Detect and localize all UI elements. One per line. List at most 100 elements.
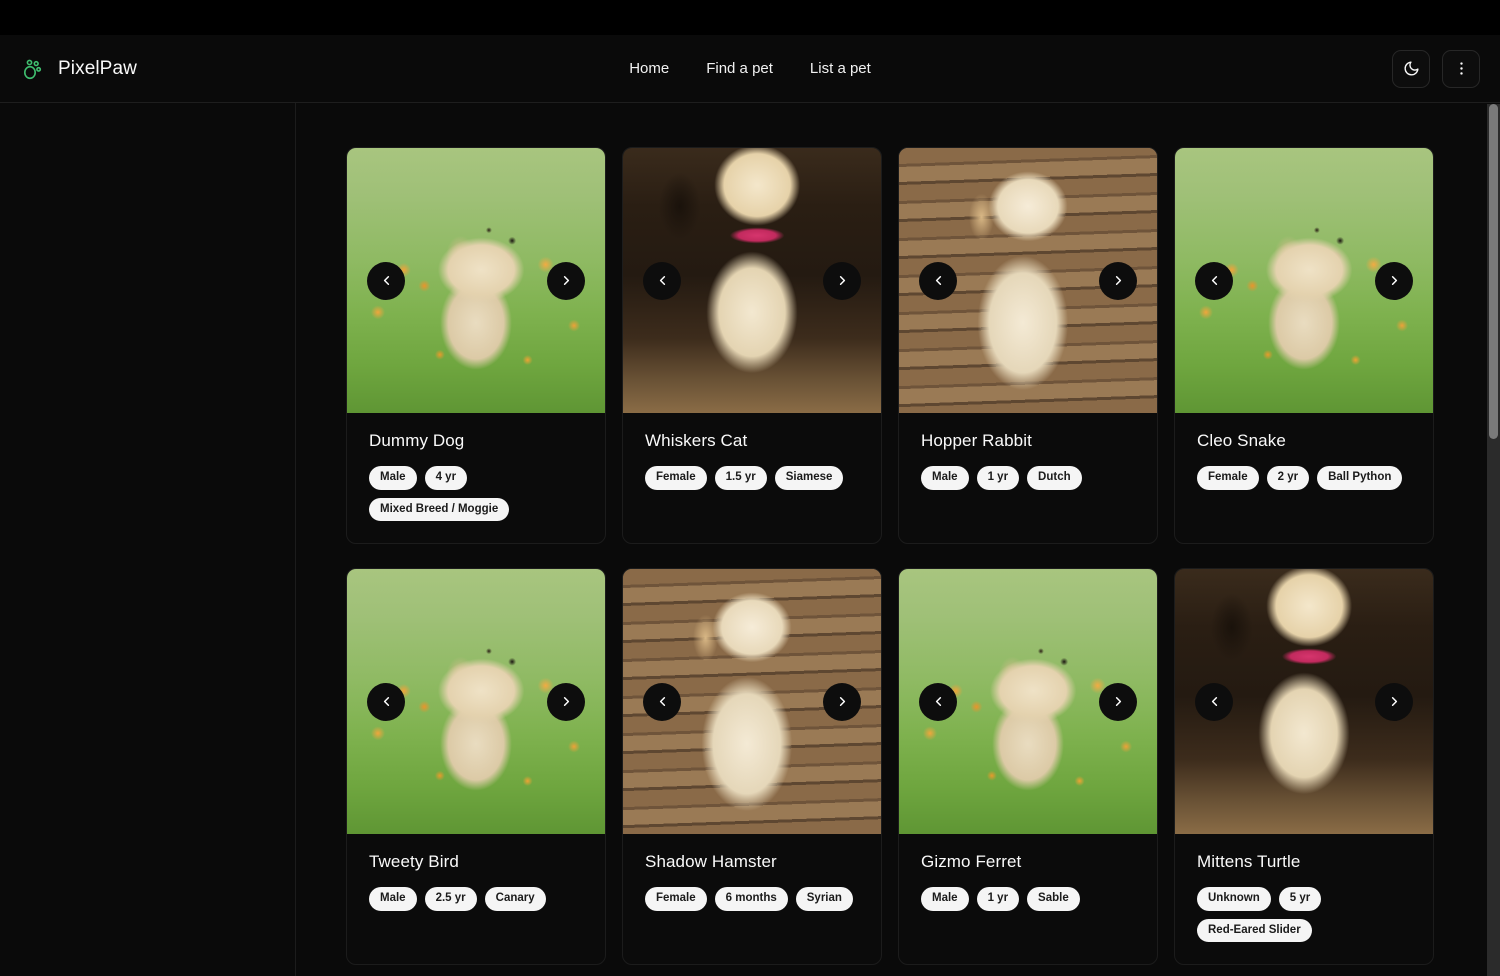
- chevron-right-icon: [1387, 273, 1402, 288]
- nav-link-list-a-pet[interactable]: List a pet: [810, 60, 871, 77]
- pet-badge: Male: [369, 887, 417, 911]
- pet-badge: Mixed Breed / Moggie: [369, 497, 510, 522]
- pet-badge: Female: [1197, 466, 1259, 490]
- pet-card[interactable]: Hopper Rabbit Male 1 yr Dutch: [898, 147, 1158, 545]
- pet-photo-carousel[interactable]: [899, 148, 1157, 413]
- carousel-next-button[interactable]: [1375, 682, 1413, 721]
- pet-badges: Female 1.5 yr Siamese: [645, 466, 859, 490]
- pet-card[interactable]: Cleo Snake Female 2 yr Ball Python: [1174, 147, 1434, 545]
- carousel-prev-button[interactable]: [1195, 261, 1233, 300]
- carousel-next-button[interactable]: [547, 261, 585, 300]
- chevron-right-icon: [559, 694, 574, 709]
- carousel-prev-button[interactable]: [367, 682, 405, 721]
- app-body: Dummy Dog Male 4 yr Mixed Breed / Moggie W…: [0, 103, 1500, 976]
- chevron-left-icon: [655, 273, 670, 288]
- pet-badge: 1 yr: [976, 887, 1020, 911]
- pet-badge: Unknown: [1197, 887, 1271, 911]
- moon-icon: [1403, 60, 1420, 77]
- chevron-left-icon: [931, 273, 946, 288]
- pet-photo-carousel[interactable]: [623, 569, 881, 835]
- pet-name: Dummy Dog: [369, 431, 465, 450]
- main-content: Dummy Dog Male 4 yr Mixed Breed / Moggie W…: [296, 103, 1500, 976]
- pet-badges: Male 1 yr Sable: [921, 887, 1135, 911]
- pet-badges: Male 2.5 yr Canary: [369, 887, 583, 911]
- pet-card-body: Hopper Rabbit Male 1 yr Dutch: [899, 413, 1157, 543]
- brand-name: PixelPaw: [58, 57, 137, 79]
- browser-chrome-strip: [0, 0, 1500, 35]
- chevron-right-icon: [835, 694, 850, 709]
- brand[interactable]: PixelPaw: [20, 56, 137, 82]
- carousel-next-button[interactable]: [823, 682, 861, 721]
- paw-icon: [20, 56, 46, 82]
- pet-card[interactable]: Gizmo Ferret Male 1 yr Sable: [898, 568, 1158, 966]
- pet-badge: Female: [645, 466, 707, 490]
- pet-card[interactable]: Mittens Turtle Unknown 5 yr Red-Eared Slid…: [1174, 568, 1434, 966]
- more-options-button[interactable]: [1442, 49, 1480, 88]
- carousel-next-button[interactable]: [1375, 261, 1413, 300]
- carousel-prev-button[interactable]: [367, 261, 405, 300]
- app-window: PixelPaw Home Find a pet List a pet Dumm…: [0, 35, 1500, 976]
- pet-card[interactable]: Dummy Dog Male 4 yr Mixed Breed / Moggie: [346, 147, 606, 545]
- more-vertical-icon: [1453, 60, 1470, 77]
- nav-link-home[interactable]: Home: [629, 60, 669, 77]
- pet-badge: Male: [921, 466, 969, 490]
- pet-badge: 2 yr: [1266, 466, 1310, 490]
- pet-name: Gizmo Ferret: [921, 852, 1022, 872]
- pet-name: Whiskers Cat: [645, 431, 748, 450]
- carousel-prev-button[interactable]: [919, 682, 957, 721]
- carousel-next-button[interactable]: [547, 682, 585, 721]
- chevron-left-icon: [655, 694, 670, 709]
- carousel-prev-button[interactable]: [643, 682, 681, 721]
- pet-photo-carousel[interactable]: [347, 569, 605, 835]
- pet-card[interactable]: Whiskers Cat Female 1.5 yr Siamese: [622, 147, 882, 545]
- pet-card-body: Gizmo Ferret Male 1 yr Sable: [899, 834, 1157, 964]
- pet-badge: 1.5 yr: [714, 466, 767, 490]
- pet-badges: Female 6 months Syrian: [645, 887, 859, 911]
- pet-badge: 1 yr: [976, 466, 1020, 490]
- pet-badges: Male 1 yr Dutch: [921, 466, 1135, 490]
- carousel-next-button[interactable]: [1099, 261, 1137, 300]
- carousel-prev-button[interactable]: [1195, 682, 1233, 721]
- carousel-prev-button[interactable]: [919, 261, 957, 300]
- pet-badges: Female 2 yr Ball Python: [1197, 466, 1411, 490]
- pet-card-body: Mittens Turtle Unknown 5 yr Red-Eared Slid…: [1175, 834, 1433, 964]
- chevron-left-icon: [1207, 694, 1222, 709]
- theme-toggle-button[interactable]: [1392, 49, 1430, 88]
- pet-card[interactable]: Tweety Bird Male 2.5 yr Canary: [346, 568, 606, 966]
- pet-photo-carousel[interactable]: [1175, 569, 1433, 835]
- page-scrollbar-thumb[interactable]: [1489, 104, 1498, 439]
- app-header: PixelPaw Home Find a pet List a pet: [0, 35, 1500, 103]
- pet-name: Hopper Rabbit: [921, 431, 1032, 450]
- pet-badge: Male: [921, 887, 969, 911]
- pet-badge: 5 yr: [1278, 887, 1322, 911]
- nav-link-find-a-pet[interactable]: Find a pet: [706, 60, 773, 77]
- pet-photo-carousel[interactable]: [899, 569, 1157, 835]
- pet-photo-carousel[interactable]: [347, 148, 605, 413]
- pet-badge: 2.5 yr: [424, 887, 477, 911]
- pet-badge: Female: [645, 887, 707, 911]
- pet-card-body: Shadow Hamster Female 6 months Syrian: [623, 834, 881, 964]
- page-scrollbar-track[interactable]: [1487, 104, 1500, 976]
- pet-badge: Syrian: [795, 887, 853, 911]
- chevron-left-icon: [379, 694, 394, 709]
- carousel-next-button[interactable]: [823, 261, 861, 300]
- pet-name: Cleo Snake: [1197, 431, 1286, 450]
- pet-badge: Red-Eared Slider: [1197, 918, 1312, 943]
- sidebar: [0, 103, 296, 976]
- pet-badge: 6 months: [714, 887, 788, 911]
- chevron-right-icon: [1387, 694, 1402, 709]
- pet-badge: Dutch: [1027, 466, 1082, 490]
- pet-photo-carousel[interactable]: [1175, 148, 1433, 413]
- pet-card-body: Dummy Dog Male 4 yr Mixed Breed / Moggie: [347, 413, 605, 543]
- pet-badge: 4 yr: [424, 466, 468, 490]
- pet-badges: Male 4 yr Mixed Breed / Moggie: [369, 466, 583, 522]
- pet-card-body: Cleo Snake Female 2 yr Ball Python: [1175, 413, 1433, 543]
- pet-name: Tweety Bird: [369, 852, 459, 872]
- chevron-right-icon: [1111, 273, 1126, 288]
- pet-photo-carousel[interactable]: [623, 148, 881, 413]
- carousel-prev-button[interactable]: [643, 261, 681, 300]
- chevron-right-icon: [1111, 694, 1126, 709]
- pet-card[interactable]: Shadow Hamster Female 6 months Syrian: [622, 568, 882, 966]
- pet-name: Mittens Turtle: [1197, 852, 1301, 872]
- carousel-next-button[interactable]: [1099, 682, 1137, 721]
